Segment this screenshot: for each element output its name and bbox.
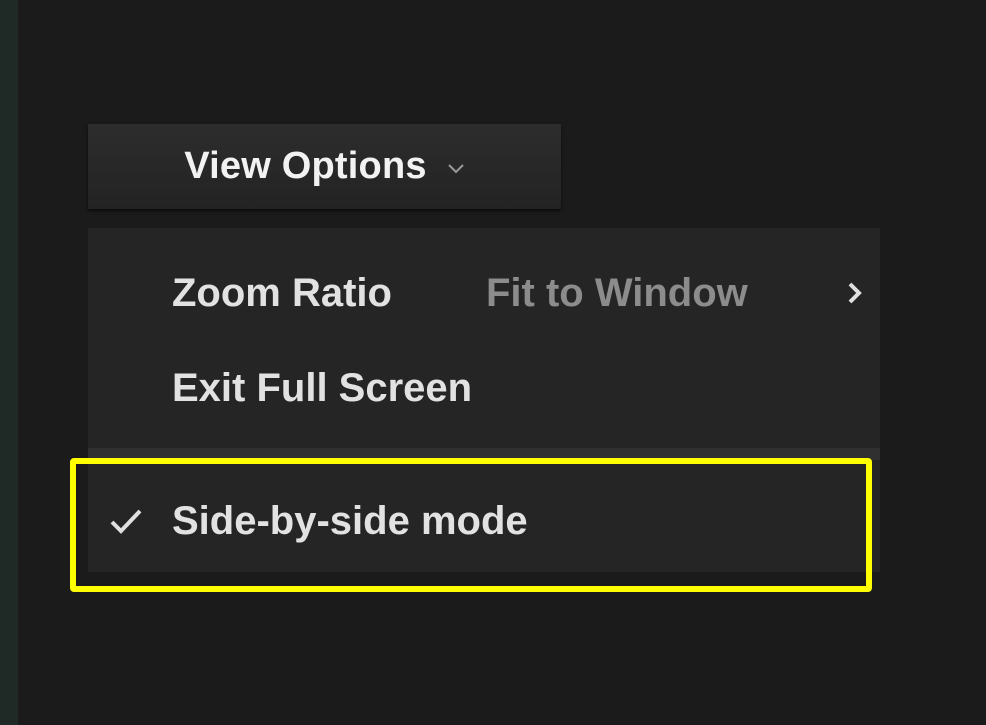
menu-item-exit-full-screen[interactable]: Exit Full Screen (88, 353, 880, 423)
check-icon (110, 509, 142, 534)
menu-item-zoom-ratio[interactable]: Zoom Ratio Fit to Window (88, 258, 880, 328)
view-options-button[interactable]: View Options (88, 124, 561, 209)
view-options-menu: Zoom Ratio Fit to Window Exit Full Scree… (88, 228, 880, 572)
chevron-down-icon (447, 163, 464, 173)
menu-separator (88, 448, 880, 460)
side-by-side-mode-label: Side-by-side mode (172, 498, 528, 543)
zoom-ratio-label: Zoom Ratio (172, 270, 392, 315)
zoom-ratio-value: Fit to Window (486, 270, 748, 315)
chevron-right-icon (848, 282, 862, 304)
view-options-label: View Options (184, 145, 427, 187)
exit-full-screen-label: Exit Full Screen (172, 365, 473, 410)
menu-item-side-by-side-mode[interactable]: Side-by-side mode (88, 486, 880, 556)
